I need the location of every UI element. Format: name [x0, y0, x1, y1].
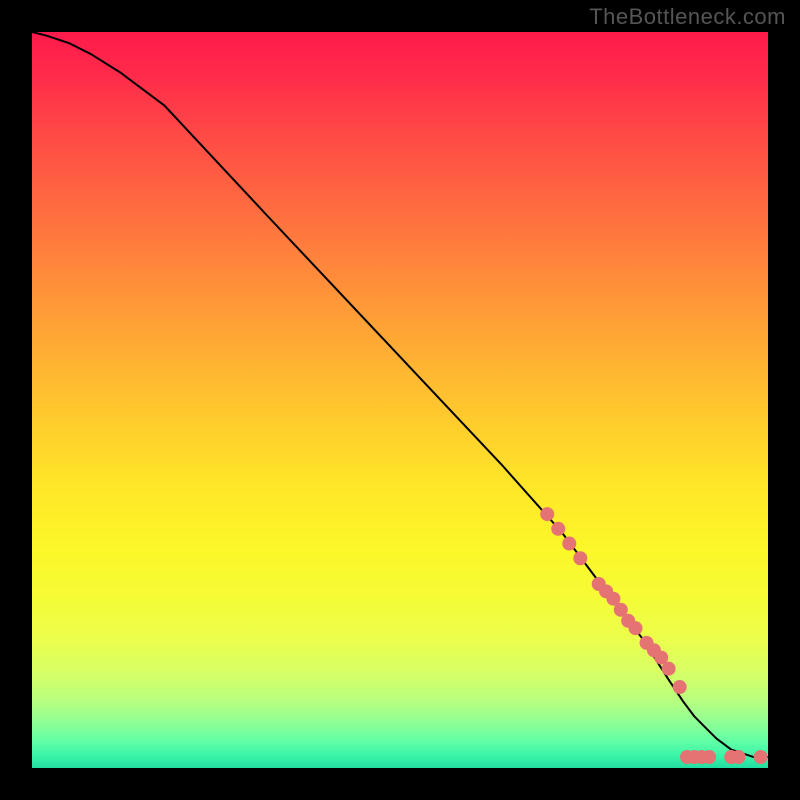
scatter-point	[562, 537, 576, 551]
scatter-point	[662, 662, 676, 676]
scatter-point	[732, 750, 746, 764]
scatter-point	[573, 551, 587, 565]
chart-frame: TheBottleneck.com	[0, 0, 800, 800]
scatter-point	[540, 507, 554, 521]
scatter-point	[673, 680, 687, 694]
scatter-point	[754, 750, 768, 764]
scatter-markers	[540, 507, 767, 764]
scatter-point	[702, 750, 716, 764]
chart-overlay-svg	[32, 32, 768, 768]
watermark-text: TheBottleneck.com	[589, 4, 786, 30]
plot-area	[32, 32, 768, 768]
scatter-point	[551, 522, 565, 536]
scatter-point	[629, 621, 643, 635]
